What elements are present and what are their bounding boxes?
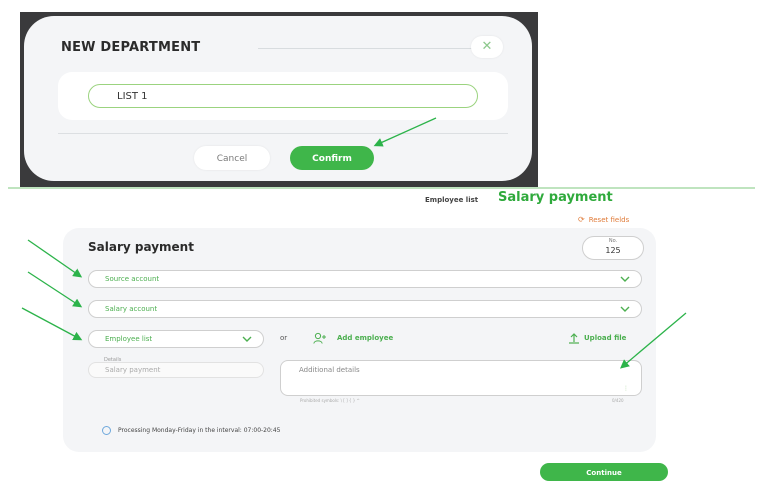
page-title: Salary payment [498, 190, 613, 205]
document-number-label: No. [608, 238, 618, 244]
details-field: Salary payment [88, 362, 264, 378]
info-icon [102, 426, 111, 435]
chevron-down-icon [620, 306, 630, 312]
continue-button[interactable]: Continue [540, 463, 668, 481]
breadcrumb-employee-list[interactable]: Employee list [425, 196, 478, 204]
salary-account-placeholder: Salary account [105, 305, 158, 313]
upload-file-label: Upload file [584, 334, 627, 342]
upload-file-button[interactable]: Upload file [568, 332, 626, 344]
dialog-footer-divider [58, 133, 508, 134]
chevron-down-icon [242, 336, 252, 342]
additional-details-textarea[interactable]: Additional details ⋮ [280, 360, 642, 396]
close-button[interactable]: ✕ [471, 36, 503, 58]
add-user-icon [313, 332, 326, 344]
processing-info: Processing Monday-Friday in the interval… [118, 427, 281, 434]
document-number-value: 125 [605, 246, 621, 255]
dialog-title: NEW DEPARTMENT [61, 40, 201, 55]
employee-list-select[interactable]: Employee list [88, 330, 264, 348]
close-icon: ✕ [481, 39, 493, 54]
document-number-field[interactable]: No. 125 [582, 236, 644, 260]
or-separator: or [280, 334, 288, 342]
employee-list-select-label: Employee list [105, 335, 153, 343]
cancel-button[interactable]: Cancel [194, 146, 270, 170]
character-counter: 0/420 [612, 398, 624, 403]
department-name-input[interactable] [88, 84, 478, 108]
source-account-placeholder: Source account [105, 275, 160, 283]
dialog-body [58, 72, 508, 120]
add-employee-label: Add employee [337, 334, 394, 342]
refresh-icon: ⟳ [578, 215, 585, 224]
title-divider [258, 48, 478, 49]
add-employee-button[interactable]: Add employee [313, 332, 393, 344]
source-account-select[interactable]: Source account [88, 270, 642, 288]
dialog-backdrop: NEW DEPARTMENT ✕ Cancel Confirm [20, 12, 538, 187]
form-title: Salary payment [88, 240, 194, 254]
additional-details-placeholder: Additional details [299, 366, 360, 374]
prohibited-symbols-hint: Prohibited symbols: \ [ ] { } ^ [300, 398, 360, 403]
new-department-dialog: NEW DEPARTMENT ✕ Cancel Confirm [24, 16, 532, 181]
salary-account-select[interactable]: Salary account [88, 300, 642, 318]
resize-grip-icon: ⋮ [623, 385, 629, 392]
reset-fields-label: Reset fields [588, 216, 630, 224]
chevron-down-icon [620, 276, 630, 282]
confirm-button[interactable]: Confirm [290, 146, 374, 170]
reset-fields-link[interactable]: ⟳ Reset fields [578, 215, 629, 224]
upload-icon [569, 333, 579, 344]
